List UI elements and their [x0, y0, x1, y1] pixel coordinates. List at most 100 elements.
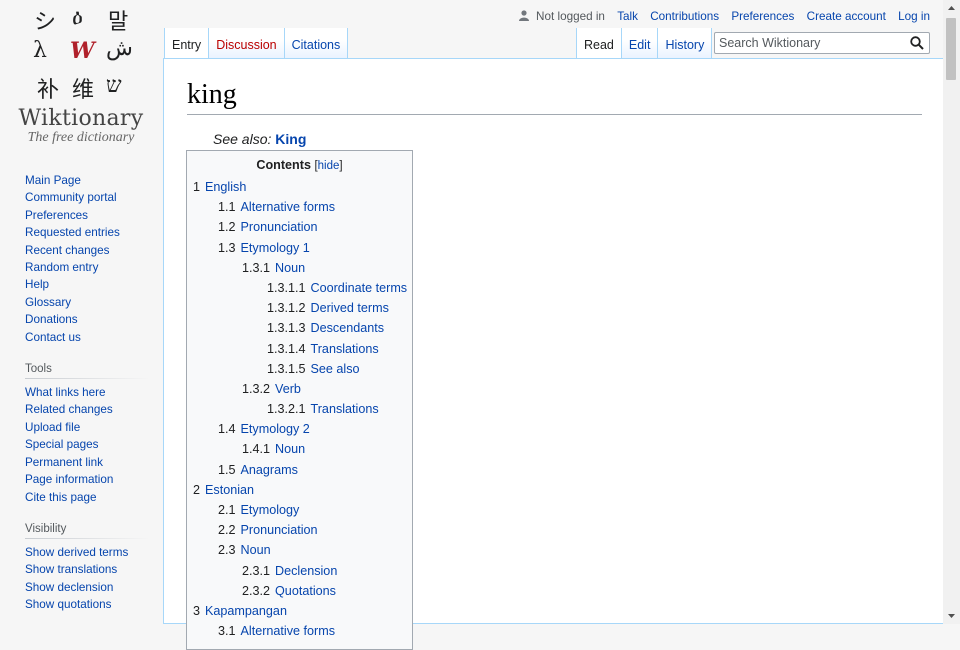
toc-item[interactable]: 2.3.1 Declension	[193, 563, 406, 583]
toc-item-number: 1.4.1	[242, 442, 271, 457]
toc-item[interactable]: 1.3.1.1 Coordinate terms	[193, 280, 408, 300]
sidebar-item-recent-changes[interactable]: Recent changes	[25, 242, 150, 259]
toc-item-text[interactable]: Translations	[311, 402, 379, 416]
tab-history[interactable]: History	[657, 28, 713, 58]
toc-item[interactable]: 2.3.2 Quotations	[193, 583, 406, 603]
toc-item-text[interactable]: Pronunciation	[241, 220, 318, 234]
logo-glyph: λ	[33, 38, 47, 63]
page-title: king	[187, 77, 922, 115]
toc-item[interactable]: 2 Estonian	[193, 482, 406, 502]
toc-item-text[interactable]: Noun	[275, 442, 305, 456]
search-input[interactable]	[715, 33, 899, 53]
toc-item-text[interactable]: Derived terms	[311, 301, 389, 315]
toc-item[interactable]: 1.1 Alternative forms	[193, 199, 406, 219]
create-account-link[interactable]: Create account	[807, 10, 886, 23]
toc-item[interactable]: 1.3.1.2 Derived terms	[193, 300, 406, 320]
toc-item-text[interactable]: English	[205, 180, 246, 194]
toc-item-text[interactable]: Descendants	[311, 321, 385, 335]
tab-discussion[interactable]: Discussion	[208, 28, 284, 58]
sidebar-item-donations[interactable]: Donations	[25, 311, 150, 328]
toc-item-number: 1.3.1.4	[267, 341, 306, 356]
search-icon[interactable]	[910, 36, 924, 50]
sidebar-item-special-pages[interactable]: Special pages	[25, 436, 150, 453]
toc-item-number: 2	[193, 482, 201, 497]
scrollbar-thumb[interactable]	[946, 18, 956, 80]
sidebar-item-show-quotations[interactable]: Show quotations	[25, 596, 150, 613]
toc-item[interactable]: 1 English	[193, 179, 406, 199]
toc-item[interactable]: 1.4 Etymology 2	[193, 421, 406, 441]
sidebar-item-preferences[interactable]: Preferences	[25, 207, 150, 224]
toc-item-text[interactable]: Alternative forms	[241, 624, 335, 638]
sidebar-item-show-derived-terms[interactable]: Show derived terms	[25, 544, 150, 561]
toc-item-number: 1.3	[218, 240, 236, 255]
toc-item[interactable]: 3.1 Alternative forms	[193, 623, 406, 643]
sidebar-item-page-information[interactable]: Page information	[25, 471, 150, 488]
toc-item[interactable]: 1.3.2.1 Translations	[193, 401, 406, 421]
toc-item[interactable]: 1.3.1.3 Descendants	[193, 320, 406, 340]
toc-item-text[interactable]: Verb	[275, 382, 301, 396]
toc-item-text[interactable]: Alternative forms	[241, 200, 335, 214]
toc-item-number: 1.2	[218, 220, 236, 235]
sidebar-item-contact-us[interactable]: Contact us	[25, 329, 150, 346]
toc-item-text[interactable]: Declension	[275, 564, 337, 578]
sidebar-item-what-links-here[interactable]: What links here	[25, 384, 150, 401]
toc-item-text[interactable]: Etymology 1	[241, 241, 310, 255]
sidebar-item-related-changes[interactable]: Related changes	[25, 401, 150, 418]
sidebar-item-help[interactable]: Help	[25, 276, 150, 293]
toc-item[interactable]: 1.5 Anagrams	[193, 462, 406, 482]
scroll-down-arrow-icon[interactable]	[943, 608, 960, 624]
toc-item-text[interactable]: Quotations	[275, 584, 336, 598]
log-in-link[interactable]: Log in	[898, 10, 930, 23]
sidebar-item-requested-entries[interactable]: Requested entries	[25, 224, 150, 241]
toc-item[interactable]: 2.2 Pronunciation	[193, 522, 406, 542]
tab-citations[interactable]: Citations	[283, 28, 349, 58]
toc-item-number: 3	[193, 603, 201, 618]
toc-hide-link[interactable]: hide	[318, 160, 340, 172]
scroll-up-arrow-icon[interactable]	[943, 0, 960, 16]
contributions-link[interactable]: Contributions	[650, 10, 719, 23]
toc-item-number: 2.3	[218, 543, 236, 558]
tab-read[interactable]: Read	[576, 28, 621, 58]
toc-item-text[interactable]: Etymology	[241, 503, 300, 517]
sidebar-item-cite-this-page[interactable]: Cite this page	[25, 489, 150, 506]
toc-item-text[interactable]: Translations	[311, 342, 379, 356]
see-also-link[interactable]: King	[275, 131, 306, 147]
toc-item[interactable]: 1.4.1 Noun	[193, 441, 406, 461]
tab-edit[interactable]: Edit	[620, 28, 658, 58]
sidebar-item-permanent-link[interactable]: Permanent link	[25, 454, 150, 471]
toc-item[interactable]: 2.3 Noun	[193, 542, 406, 562]
toc-item-text[interactable]: Noun	[275, 261, 305, 275]
sidebar-item-random-entry[interactable]: Random entry	[25, 259, 150, 276]
toc-item-text[interactable]: Pronunciation	[241, 523, 318, 537]
logo-wordmark: Wiktionary	[18, 106, 144, 131]
preferences-link[interactable]: Preferences	[731, 10, 794, 23]
toc-item[interactable]: 2.1 Etymology	[193, 502, 406, 522]
toc-item[interactable]: 1.3.1.4 Translations	[193, 341, 406, 361]
toc-item-text[interactable]: See also	[311, 362, 360, 376]
toc-item-text[interactable]: Noun	[241, 543, 271, 557]
sidebar-item-show-declension[interactable]: Show declension	[25, 579, 150, 596]
page-scrollbar[interactable]	[943, 0, 960, 624]
sidebar-item-upload-file[interactable]: Upload file	[25, 419, 150, 436]
sidebar-item-glossary[interactable]: Glossary	[25, 294, 150, 311]
toc-item-text[interactable]: Anagrams	[241, 463, 298, 477]
toc-item-text[interactable]: Estonian	[205, 483, 254, 497]
tab-entry[interactable]: Entry	[164, 28, 209, 58]
toc-item-text[interactable]: Kapampangan	[205, 604, 287, 618]
search-box	[714, 32, 930, 54]
site-logo[interactable]: シ ዕ 말 λ W ش 补 维 ש Wiktionary The free di…	[0, 0, 160, 160]
toc-item-number: 3.1	[218, 624, 236, 639]
logo-glyph: ዕ	[72, 5, 83, 30]
toc-item[interactable]: 1.2 Pronunciation	[193, 219, 406, 239]
sidebar-item-show-translations[interactable]: Show translations	[25, 561, 150, 578]
toc-item[interactable]: 1.3.2 Verb	[193, 381, 406, 401]
toc-item-text[interactable]: Etymology 2	[241, 422, 310, 436]
sidebar-item-community-portal[interactable]: Community portal	[25, 189, 150, 206]
toc-item[interactable]: 1.3.1.5 See also	[193, 361, 406, 381]
talk-link[interactable]: Talk	[617, 10, 638, 23]
toc-item[interactable]: 1.3 Etymology 1	[193, 240, 406, 260]
toc-item[interactable]: 3 Kapampangan	[193, 603, 406, 623]
sidebar-item-main-page[interactable]: Main Page	[25, 172, 150, 189]
toc-item-text[interactable]: Coordinate terms	[311, 281, 408, 295]
toc-item[interactable]: 1.3.1 Noun	[193, 260, 406, 280]
